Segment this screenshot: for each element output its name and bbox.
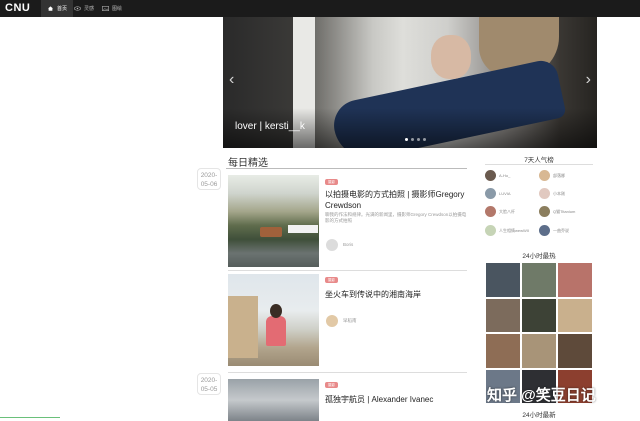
nav-gallery-label: 图绘 xyxy=(112,6,123,12)
category-tag[interactable]: 摄影 xyxy=(325,382,338,388)
article-thumbnail[interactable] xyxy=(228,379,319,421)
avatar xyxy=(485,170,496,181)
hot-image[interactable] xyxy=(485,333,521,369)
chevron-left-icon[interactable]: ‹ xyxy=(229,71,234,89)
hot-image[interactable] xyxy=(485,262,521,298)
date-day: 05-05 xyxy=(200,386,218,393)
eye-icon xyxy=(74,6,81,11)
article-thumbnail[interactable] xyxy=(228,175,319,267)
date-badge: 2020- 05-06 xyxy=(197,168,221,190)
chevron-right-icon[interactable]: › xyxy=(586,71,591,89)
popular-user[interactable]: LUVIA xyxy=(485,188,511,199)
avatar xyxy=(539,225,550,236)
popular-user[interactable]: 部落娜 xyxy=(539,170,565,181)
popular-user[interactable]: 人生相情wewWII xyxy=(485,225,529,236)
hero-carousel[interactable]: ‹ › lover | kersti__k xyxy=(223,17,597,148)
new-24h-title: 24小时最新 xyxy=(522,412,556,419)
section-title-daily: 每日精选 xyxy=(228,158,268,169)
article-description: 聊我的作法和规律。光满的新闻里，摄影师Gregory Crewdson以拍摄电影… xyxy=(325,212,467,223)
thumbnail-detail xyxy=(288,225,318,233)
hot-24h-title: 24小时最热 xyxy=(522,253,556,260)
carousel-dot[interactable] xyxy=(423,138,426,141)
avatar[interactable] xyxy=(326,239,338,251)
hot-image[interactable] xyxy=(521,262,557,298)
popular-user-name: 人生相情wewWII xyxy=(499,227,529,233)
avatar xyxy=(485,225,496,236)
carousel-dot[interactable] xyxy=(411,138,414,141)
thumbnail-detail xyxy=(260,227,282,237)
hot-image[interactable] xyxy=(521,297,557,333)
article-thumbnail[interactable] xyxy=(228,274,319,366)
popular-user[interactable]: A-Ho_ xyxy=(485,170,510,181)
section-divider xyxy=(226,168,467,169)
carousel-indicators xyxy=(405,138,426,141)
article-title[interactable]: 坐火车到传说中的湘南海岸 xyxy=(325,289,467,300)
image-icon xyxy=(102,6,109,11)
hot-image[interactable] xyxy=(485,297,521,333)
hot-image[interactable] xyxy=(521,333,557,369)
card-divider xyxy=(228,372,467,373)
hot-image[interactable] xyxy=(557,297,593,333)
popular-user[interactable]: 大脸八杆 xyxy=(485,206,515,217)
top-navigation-bar: CNU 首页 灵感 图绘 xyxy=(0,0,640,17)
thumbnail-detail xyxy=(266,316,286,346)
avatar xyxy=(485,188,496,199)
author-name[interactable]: Boris xyxy=(343,242,353,247)
popular-user-name: LUVIA xyxy=(499,191,511,196)
date-year: 2020- xyxy=(200,172,218,179)
popular-user[interactable]: 小本刚 xyxy=(539,188,565,199)
carousel-dot[interactable] xyxy=(417,138,420,141)
hot-image-grid xyxy=(485,262,593,404)
category-tag[interactable]: 摄影 xyxy=(325,277,338,283)
popular-user-name: 部落娜 xyxy=(553,172,565,178)
hero-image-detail-hand xyxy=(431,35,471,79)
popular-user-name: 小本刚 xyxy=(553,190,565,196)
carousel-dot[interactable] xyxy=(405,138,408,141)
avatar[interactable] xyxy=(326,315,338,327)
sidebar-divider xyxy=(485,164,593,165)
watermark: 知乎 @笑豆日记 xyxy=(487,387,596,404)
nav-inspiration-label: 灵感 xyxy=(84,6,95,12)
popular-user[interactable]: 一曲乔说 xyxy=(539,225,569,236)
hot-image[interactable] xyxy=(557,333,593,369)
author-name[interactable]: 早稻南 xyxy=(343,318,357,324)
popular-user-name: 大脸八杆 xyxy=(499,208,515,214)
date-day: 05-06 xyxy=(200,181,218,188)
scroll-indicator xyxy=(0,417,60,418)
popular-ranking-title: 7天人气榜 xyxy=(524,157,554,164)
home-icon xyxy=(48,6,53,11)
thumbnail-detail xyxy=(270,304,282,318)
popular-user-name: Q猫Titanium xyxy=(553,208,576,214)
card-divider xyxy=(228,270,467,271)
nav-gallery[interactable]: 图绘 xyxy=(96,0,128,17)
hot-image[interactable] xyxy=(557,262,593,298)
date-badge: 2020- 05-05 xyxy=(197,373,221,395)
avatar xyxy=(539,206,550,217)
popular-user[interactable]: Q猫Titanium xyxy=(539,206,575,217)
avatar xyxy=(539,170,550,181)
popular-user-name: 一曲乔说 xyxy=(553,227,569,233)
hero-caption[interactable]: lover | kersti__k xyxy=(235,121,305,132)
thumbnail-detail xyxy=(228,296,258,358)
category-tag[interactable]: 摄影 xyxy=(325,179,338,185)
avatar xyxy=(485,206,496,217)
article-title[interactable]: 以拍摄电影的方式拍照 | 摄影师Gregory Crewdson xyxy=(325,189,467,211)
date-year: 2020- xyxy=(200,377,218,384)
nav-home-label: 首页 xyxy=(57,6,68,12)
popular-user-name: A-Ho_ xyxy=(499,173,511,178)
article-title[interactable]: 孤独宇航员 | Alexander Ivanec xyxy=(325,394,467,405)
site-logo[interactable]: CNU xyxy=(5,2,30,14)
avatar xyxy=(539,188,550,199)
